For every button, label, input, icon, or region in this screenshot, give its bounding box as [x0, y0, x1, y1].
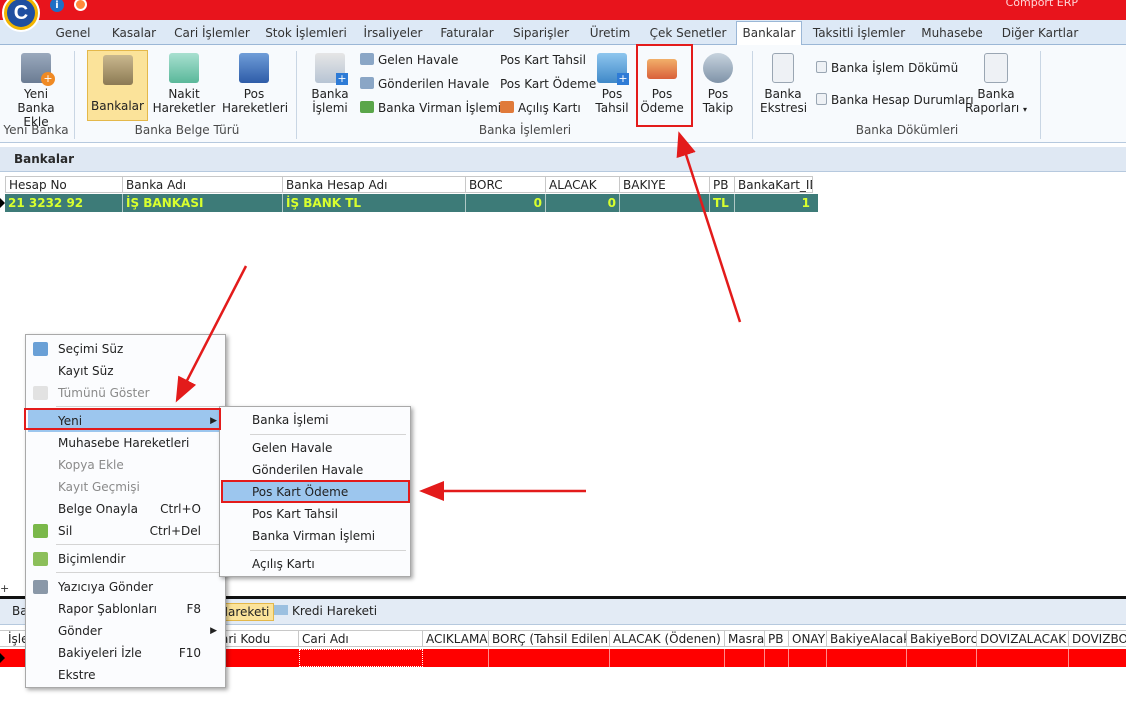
app-window: Comport ERP C i Genel Kasalar Cari İşlem…	[0, 0, 1126, 706]
annotation-arrows	[175, 131, 742, 501]
arrow-to-pos-odeme	[676, 131, 742, 323]
arrow-to-yeni	[175, 265, 248, 403]
